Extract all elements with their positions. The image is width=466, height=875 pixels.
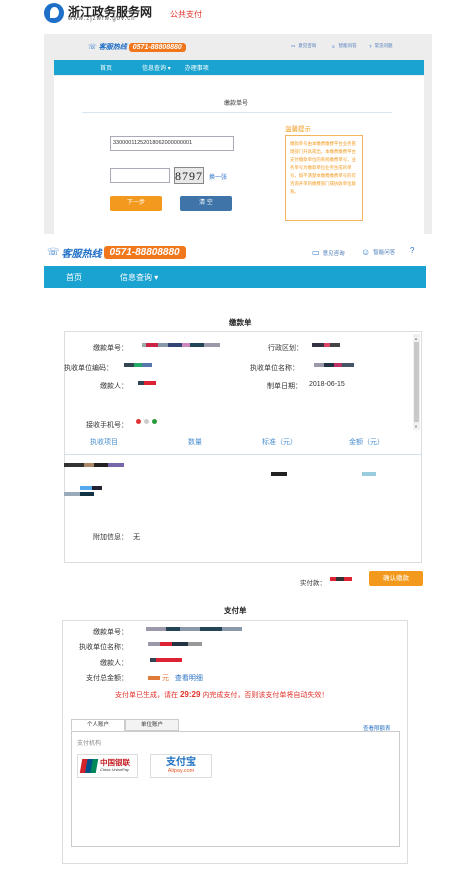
- alipay-option[interactable]: 支付宝 Alipay.com: [150, 754, 212, 778]
- util-faq[interactable]: ? 常见问题: [369, 43, 393, 49]
- extra-info-label: 附加信息：: [93, 534, 128, 541]
- date-value: 2018-06-15: [309, 381, 345, 388]
- nav-info-query[interactable]: 信息查询 ▾: [120, 272, 158, 283]
- lookup-title: 缴款单号: [224, 101, 249, 107]
- alipay-logo: 支付宝: [166, 757, 196, 768]
- date-label: 制单日期：: [267, 383, 302, 390]
- clear-button[interactable]: 清 空: [180, 196, 232, 211]
- paid-label: 实付款：: [300, 580, 326, 587]
- paid-value: [330, 576, 352, 583]
- caret-down-icon: ▾: [167, 66, 171, 72]
- phone-label: 接收手机号：: [86, 422, 128, 429]
- nav-info-query[interactable]: 信息查询 ▾: [142, 63, 171, 72]
- util-feedback[interactable]: ▭ 意见咨询: [291, 43, 316, 49]
- help-icon: ?: [410, 246, 415, 255]
- col-header-standard: 标准（元）: [262, 439, 297, 446]
- scrollbar-thumb[interactable]: [414, 342, 419, 422]
- countdown-notice: 支付单已生成，请在 29:29 内完成支付，否则该支付单将自动失效！: [115, 690, 329, 699]
- hotline-number: 0571-88808880: [128, 42, 186, 52]
- next-button[interactable]: 下一步: [110, 196, 162, 211]
- unit-code-label: 执收单位编码：: [64, 365, 113, 372]
- pay-unit-name-value: [148, 641, 202, 648]
- nav-home[interactable]: 首页: [66, 272, 82, 283]
- public-payment-link[interactable]: 公共支付: [170, 9, 202, 20]
- bill-form: [64, 331, 422, 563]
- pay-bill-no-value: [146, 626, 242, 633]
- payer-label: 缴款人：: [100, 383, 128, 390]
- hotline-large: ☏ 客服热线 0571-88808880: [47, 245, 186, 260]
- table-divider: [64, 454, 422, 455]
- util-feedback[interactable]: ▭ 意见咨询: [312, 248, 345, 257]
- hotline-number: 0571-88808880: [103, 246, 186, 259]
- payment-method-area: [71, 731, 400, 847]
- chat-icon: ▭: [312, 248, 320, 257]
- phone-icon: ☏: [88, 44, 97, 51]
- caret-down-icon: ▾: [154, 272, 159, 282]
- extra-info-value: 无: [133, 534, 140, 541]
- add-icon[interactable]: [152, 419, 157, 424]
- bill-no-label: 缴款单号：: [93, 345, 128, 352]
- bill-number-input[interactable]: 33000011252018062000000001: [110, 136, 234, 151]
- phone-icon: ☏: [47, 247, 60, 258]
- captcha-input[interactable]: [110, 168, 170, 183]
- account-tabs: 个人账户 单位账户: [71, 719, 179, 731]
- unit-name-value: [314, 362, 354, 369]
- refresh-captcha-link[interactable]: 换一张: [209, 172, 227, 181]
- site-logo-icon[interactable]: [44, 3, 64, 23]
- col-header-item: 执收项目: [90, 439, 118, 446]
- region-label: 行政区划：: [268, 345, 303, 352]
- phone-options: [136, 419, 157, 424]
- pay-total-unit: 元: [161, 675, 169, 682]
- main-nav: 首页 信息查询 ▾: [44, 266, 426, 288]
- bill-no-value: [142, 342, 220, 349]
- robot-icon: ☺: [331, 43, 336, 49]
- col-header-qty: 数量: [188, 439, 202, 446]
- unit-name-label: 执收单位名称：: [250, 365, 299, 372]
- region-value: [312, 342, 340, 349]
- table-cell-amount: [362, 471, 376, 478]
- pay-total-value: 元 查看明细: [148, 673, 203, 683]
- col-header-amount: 金额（元）: [349, 439, 384, 446]
- bill-form-title: 缴款单: [229, 318, 252, 327]
- table-cell-standard: [271, 471, 287, 478]
- divider: [82, 112, 392, 113]
- nav-affairs[interactable]: 办理事项: [185, 63, 209, 72]
- confirm-payment-button[interactable]: 确认缴款: [369, 571, 423, 586]
- scroll-down-icon[interactable]: ▼: [414, 424, 418, 429]
- tab-personal-account[interactable]: 个人账户: [71, 719, 125, 731]
- radio-option-icon[interactable]: [144, 419, 149, 424]
- unit-code-value: [124, 362, 152, 369]
- view-detail-link[interactable]: 查看明细: [175, 675, 203, 682]
- unionpay-logo-icon: [79, 759, 99, 773]
- unionpay-option[interactable]: 中国银联 China UnionPay: [77, 754, 138, 778]
- captcha-image: 8797: [174, 167, 204, 184]
- payment-org-label: 支付机构: [77, 741, 102, 747]
- pay-total-label: 支付总金额：: [86, 675, 128, 682]
- table-row-extra: [64, 491, 94, 498]
- pay-bill-no-label: 缴款单号：: [93, 629, 128, 636]
- payer-value: [138, 380, 156, 387]
- site-url: www.zjzwfw.gov.cn: [68, 16, 136, 22]
- hotline: ☏ 客服热线 0571-88808880: [88, 42, 186, 52]
- util-smart-qa[interactable]: ☺ 智能问答: [331, 43, 357, 49]
- robot-icon: ☺: [361, 247, 371, 257]
- tip-box: 缴款单号由本缴费缴费平台业务管理部门开具或出，本缴费缴费平台支付缴款单位的系统缴…: [285, 135, 363, 221]
- help-icon: ?: [369, 43, 372, 49]
- pay-payer-label: 缴款人：: [100, 660, 128, 667]
- chat-icon: ▭: [291, 43, 296, 48]
- tab-unit-account[interactable]: 单位账户: [125, 719, 179, 731]
- util-smart-qa[interactable]: ☺ 智能问答: [361, 247, 395, 257]
- main-nav: 首页 信息查询 ▾ 办理事项: [54, 60, 424, 75]
- table-row: [64, 462, 124, 469]
- scroll-up-icon[interactable]: ▲: [414, 336, 418, 341]
- tip-title: 温馨提示: [285, 126, 311, 133]
- payment-bill-title: 支付单: [224, 606, 247, 615]
- countdown-timer: 29:29: [179, 690, 201, 699]
- pay-unit-name-label: 执收单位名称：: [79, 644, 128, 651]
- pay-payer-value: [150, 657, 182, 664]
- nav-home[interactable]: 首页: [100, 63, 112, 72]
- radio-option-icon[interactable]: [136, 419, 141, 424]
- util-faq[interactable]: ?: [410, 246, 414, 255]
